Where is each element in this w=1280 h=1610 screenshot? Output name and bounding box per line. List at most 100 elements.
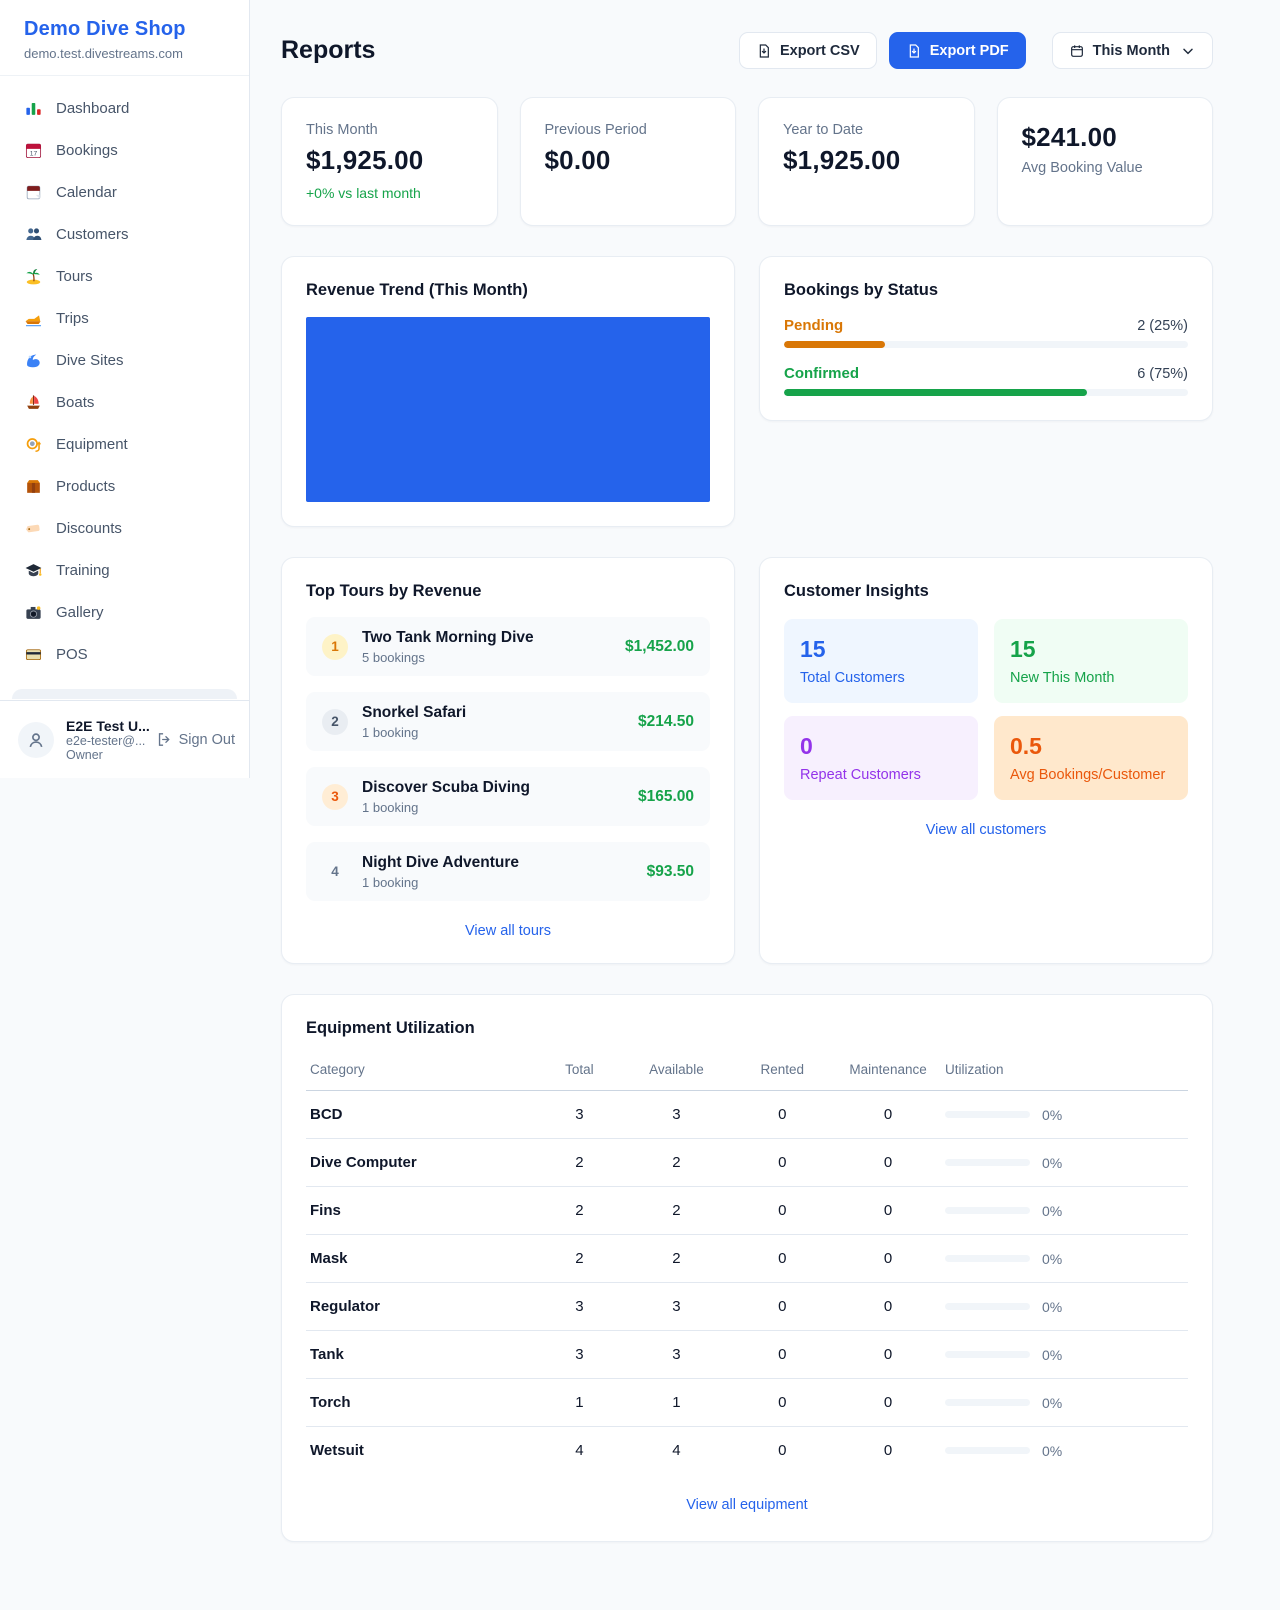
- sidebar-item-calendar[interactable]: Calendar: [12, 174, 237, 211]
- sidebar-item-label: Dive Sites: [56, 352, 124, 369]
- status-label: Pending: [784, 317, 843, 334]
- export-pdf-label: Export PDF: [930, 43, 1009, 59]
- sidebar-item-customers[interactable]: Customers: [12, 216, 237, 253]
- brand-name: Demo Dive Shop: [24, 18, 225, 41]
- tour-row[interactable]: 1 Two Tank Morning Dive5 bookings $1,452…: [306, 617, 710, 676]
- island-icon: [24, 267, 43, 286]
- rank-badge: 3: [322, 784, 348, 810]
- table-row: Mask 2 2 0 0 0%: [306, 1235, 1188, 1283]
- equipment-maintenance: 0: [835, 1235, 941, 1283]
- stat-value: $1,925.00: [306, 145, 473, 176]
- export-csv-button[interactable]: Export CSV: [739, 32, 877, 69]
- export-pdf-button[interactable]: Export PDF: [889, 32, 1026, 69]
- sidebar-item-dive-sites[interactable]: Dive Sites: [12, 342, 237, 379]
- wave-icon: [24, 351, 43, 370]
- insight-tile-new-this-month: 15 New This Month: [994, 619, 1188, 703]
- revenue-trend-card: Revenue Trend (This Month): [281, 256, 735, 527]
- utilization-track: [945, 1159, 1030, 1166]
- status-label: Confirmed: [784, 365, 859, 382]
- sidebar-item-gallery[interactable]: Gallery: [12, 594, 237, 631]
- stat-value: $1,925.00: [783, 145, 950, 176]
- sidebar-item-label: Customers: [56, 226, 129, 243]
- tour-row[interactable]: 3 Discover Scuba Diving1 booking $165.00: [306, 767, 710, 826]
- view-all-tours-link[interactable]: View all tours: [306, 923, 710, 939]
- sidebar-item-products[interactable]: Products: [12, 468, 237, 505]
- utilization-percent: 0%: [1042, 1107, 1062, 1123]
- table-row: Dive Computer 2 2 0 0 0%: [306, 1139, 1188, 1187]
- document-download-icon: [906, 43, 922, 59]
- equipment-table: Category Total Available Rented Maintena…: [306, 1052, 1188, 1475]
- progress-track: [784, 341, 1188, 348]
- equipment-rented: 0: [729, 1379, 835, 1427]
- sidebar-item-boats[interactable]: Boats: [12, 384, 237, 421]
- logout-icon: [156, 731, 173, 748]
- equipment-total: 3: [535, 1091, 623, 1139]
- bar-chart-icon: [24, 99, 43, 118]
- equipment-category: Torch: [306, 1379, 535, 1427]
- page-title: Reports: [281, 36, 375, 65]
- insight-label: New This Month: [1010, 670, 1172, 686]
- utilization-percent: 0%: [1042, 1395, 1062, 1411]
- table-row: Torch 1 1 0 0 0%: [306, 1379, 1188, 1427]
- sidebar-item-discounts[interactable]: Discounts: [12, 510, 237, 547]
- utilization-percent: 0%: [1042, 1347, 1062, 1363]
- progress-fill: [784, 389, 1087, 396]
- sidebar-item-label: Tours: [56, 268, 93, 285]
- diving-mask-icon: [24, 435, 43, 454]
- rank-badge: 2: [322, 709, 348, 735]
- equipment-rented: 0: [729, 1283, 835, 1331]
- bookings-by-status-card: Bookings by Status Pending 2 (25%) Confi…: [759, 256, 1213, 421]
- column-header: Rented: [729, 1052, 835, 1091]
- equipment-available: 3: [624, 1283, 730, 1331]
- sidebar-item-bookings[interactable]: Bookings: [12, 132, 237, 169]
- sidebar-item-training[interactable]: Training: [12, 552, 237, 589]
- insight-label: Repeat Customers: [800, 767, 962, 783]
- equipment-rented: 0: [729, 1331, 835, 1379]
- tour-bookings: 1 booking: [362, 800, 624, 815]
- sidebar-item-label: Trips: [56, 310, 89, 327]
- column-header: Available: [624, 1052, 730, 1091]
- insight-value: 15: [1010, 636, 1172, 663]
- period-dropdown[interactable]: This Month: [1052, 32, 1213, 69]
- user-name: E2E Test U...: [66, 718, 144, 734]
- sidebar-item-partially-hidden[interactable]: [12, 689, 237, 699]
- insight-grid: 15 Total Customers 15 New This Month 0 R…: [784, 619, 1188, 800]
- equipment-category: Regulator: [306, 1283, 535, 1331]
- view-all-customers-link[interactable]: View all customers: [784, 822, 1188, 838]
- credit-card-icon: [24, 645, 43, 664]
- sidebar-item-pos[interactable]: POS: [12, 636, 237, 673]
- revenue-trend-chart: [306, 317, 710, 502]
- view-all-equipment-link[interactable]: View all equipment: [306, 1497, 1188, 1513]
- stat-value: $241.00: [1022, 122, 1189, 153]
- status-row-confirmed: Confirmed 6 (75%): [784, 365, 1188, 396]
- tour-row[interactable]: 2 Snorkel Safari1 booking $214.50: [306, 692, 710, 751]
- equipment-category: Tank: [306, 1331, 535, 1379]
- equipment-maintenance: 0: [835, 1379, 941, 1427]
- sidebar-item-dashboard[interactable]: Dashboard: [12, 90, 237, 127]
- table-row: Tank 3 3 0 0 0%: [306, 1331, 1188, 1379]
- period-label: This Month: [1093, 43, 1170, 59]
- stat-delta: +0% vs last month: [306, 185, 473, 201]
- row-tours-insights: Top Tours by Revenue 1 Two Tank Morning …: [281, 557, 1213, 964]
- insight-value: 15: [800, 636, 962, 663]
- tour-bookings: 1 booking: [362, 725, 624, 740]
- equipment-rented: 0: [729, 1427, 835, 1475]
- sidebar-item-trips[interactable]: Trips: [12, 300, 237, 337]
- column-header: Category: [306, 1052, 535, 1091]
- sidebar-item-equipment[interactable]: Equipment: [12, 426, 237, 463]
- utilization-track: [945, 1255, 1030, 1262]
- tour-revenue: $214.50: [638, 713, 694, 731]
- export-csv-label: Export CSV: [780, 43, 860, 59]
- utilization-track: [945, 1207, 1030, 1214]
- equipment-total: 1: [535, 1379, 623, 1427]
- tour-row[interactable]: 4 Night Dive Adventure1 booking $93.50: [306, 842, 710, 901]
- calendar-17-icon: [24, 141, 43, 160]
- equipment-category: BCD: [306, 1091, 535, 1139]
- sidebar-item-tours[interactable]: Tours: [12, 258, 237, 295]
- user-icon: [25, 729, 47, 751]
- equipment-available: 3: [624, 1091, 730, 1139]
- sidebar-item-label: Products: [56, 478, 115, 495]
- sidebar-item-label: Bookings: [56, 142, 118, 159]
- equipment-category: Dive Computer: [306, 1139, 535, 1187]
- sign-out-button[interactable]: Sign Out: [156, 731, 235, 748]
